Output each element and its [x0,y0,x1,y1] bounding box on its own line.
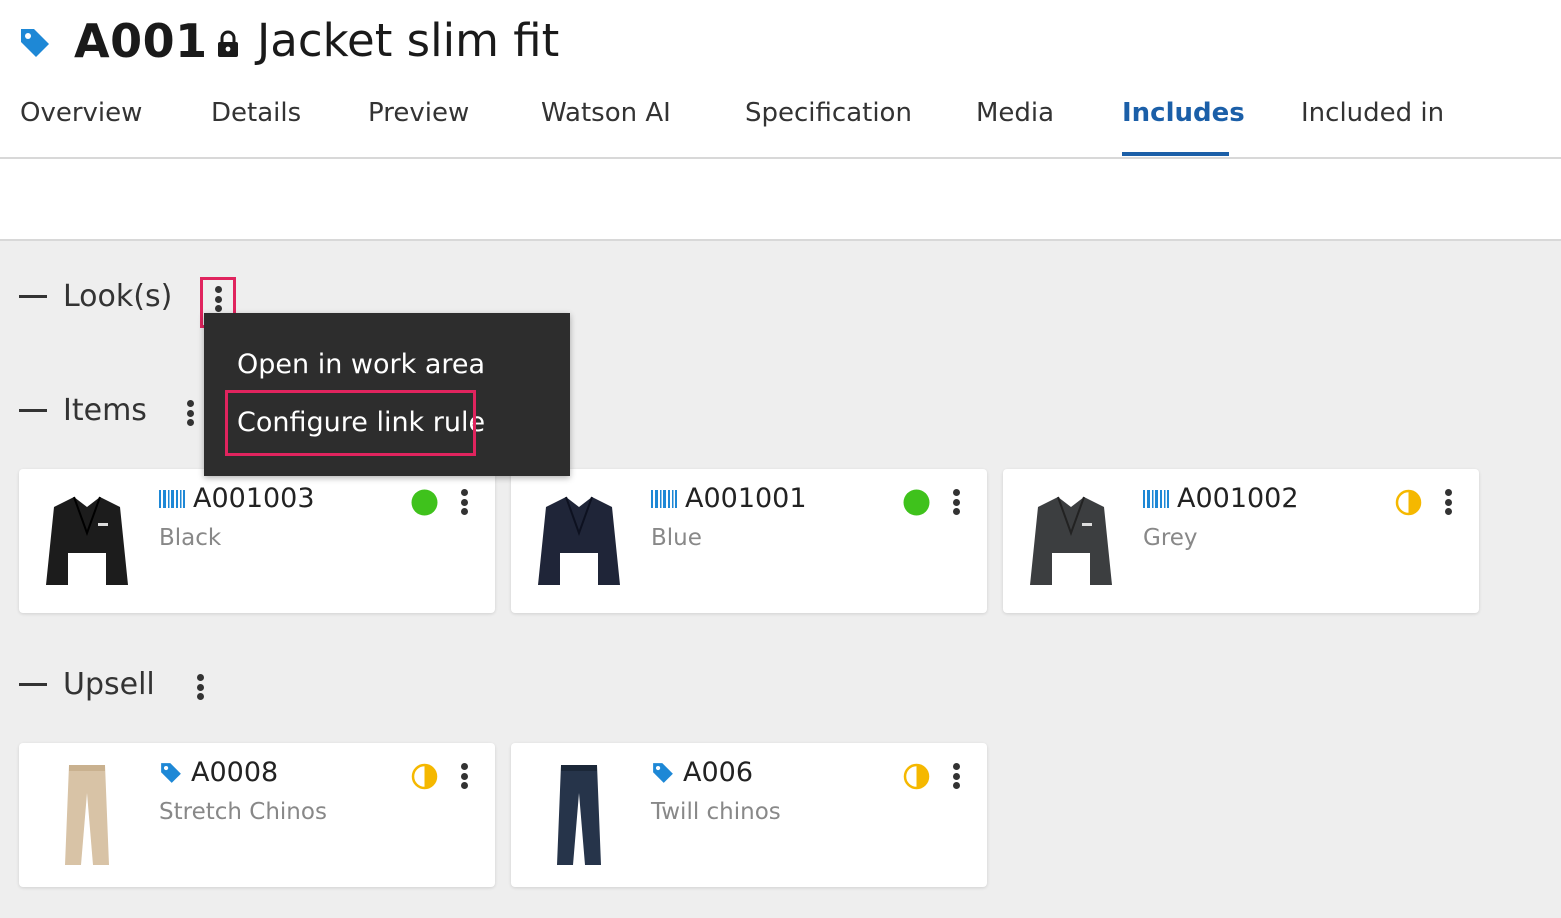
item-code[interactable]: A001003 [193,483,315,514]
section-items-title: Items [63,393,147,428]
card-more-icon[interactable] [459,759,469,793]
upsell-card[interactable]: A0008 Stretch Chinos [19,743,495,887]
card-more-icon[interactable] [951,485,961,519]
card-more-icon[interactable] [951,759,961,793]
active-tab-indicator [1122,152,1229,156]
highlight-box [225,390,476,456]
product-thumbnail [1025,487,1117,595]
barcode-icon [159,489,185,509]
tab-watson-ai[interactable]: Watson AI [541,98,671,128]
tab-preview[interactable]: Preview [368,98,469,128]
upsell-subtitle: Twill chinos [651,799,781,825]
tab-includes[interactable]: Includes [1122,98,1245,128]
context-menu: Open in work area Configure link rule [204,313,570,476]
status-partial-icon [411,763,438,790]
item-code[interactable]: A001002 [1177,483,1299,514]
upsell-code[interactable]: A0008 [191,757,278,788]
tab-details[interactable]: Details [211,98,301,128]
product-thumbnail [533,761,625,869]
product-code: A001 [74,14,208,68]
collapse-icon[interactable] [19,683,47,686]
status-partial-icon [1395,489,1422,516]
upsell-code[interactable]: A006 [683,757,753,788]
section-upsell-header[interactable]: Upsell [19,667,155,702]
lock-icon [216,30,240,62]
section-looks-title: Look(s) [63,279,173,314]
item-subtitle: Grey [1143,525,1198,551]
collapse-icon[interactable] [19,295,47,298]
tab-specification[interactable]: Specification [745,98,912,128]
barcode-icon [1143,489,1169,509]
product-thumbnail [533,487,625,595]
card-more-icon[interactable] [459,485,469,519]
section-items-header[interactable]: Items [19,393,147,428]
item-card[interactable]: A001001 Blue [511,469,987,613]
status-complete-icon [411,489,438,516]
item-subtitle: Black [159,525,222,551]
status-partial-icon [903,763,930,790]
items-more-icon[interactable] [185,396,195,430]
collapse-icon[interactable] [19,409,47,412]
item-code[interactable]: A001001 [685,483,807,514]
section-looks-header[interactable]: Look(s) [19,279,172,314]
upsell-subtitle: Stretch Chinos [159,799,327,825]
card-more-icon[interactable] [1443,485,1453,519]
tab-overview[interactable]: Overview [20,98,142,128]
page-title: Jacket slim fit [257,14,560,67]
item-card[interactable]: A001002 Grey [1003,469,1479,613]
product-thumbnail [41,761,133,869]
status-complete-icon [903,489,930,516]
tab-included-in[interactable]: Included in [1301,98,1444,128]
upsell-card[interactable]: A006 Twill chinos [511,743,987,887]
tag-icon [159,761,183,785]
barcode-icon [651,489,677,509]
tag-icon [651,761,675,785]
tab-media[interactable]: Media [976,98,1054,128]
item-card[interactable]: A001003 Black [19,469,495,613]
page-header: A001 Jacket slim fit [0,0,1561,82]
item-subtitle: Blue [651,525,702,551]
menu-item-open-in-work-area[interactable]: Open in work area [237,349,485,380]
section-upsell-title: Upsell [63,667,155,702]
product-thumbnail [41,487,133,595]
upsell-more-icon[interactable] [195,670,205,704]
tag-icon [18,26,52,64]
tab-bar: Overview Details Preview Watson AI Speci… [0,82,1561,159]
